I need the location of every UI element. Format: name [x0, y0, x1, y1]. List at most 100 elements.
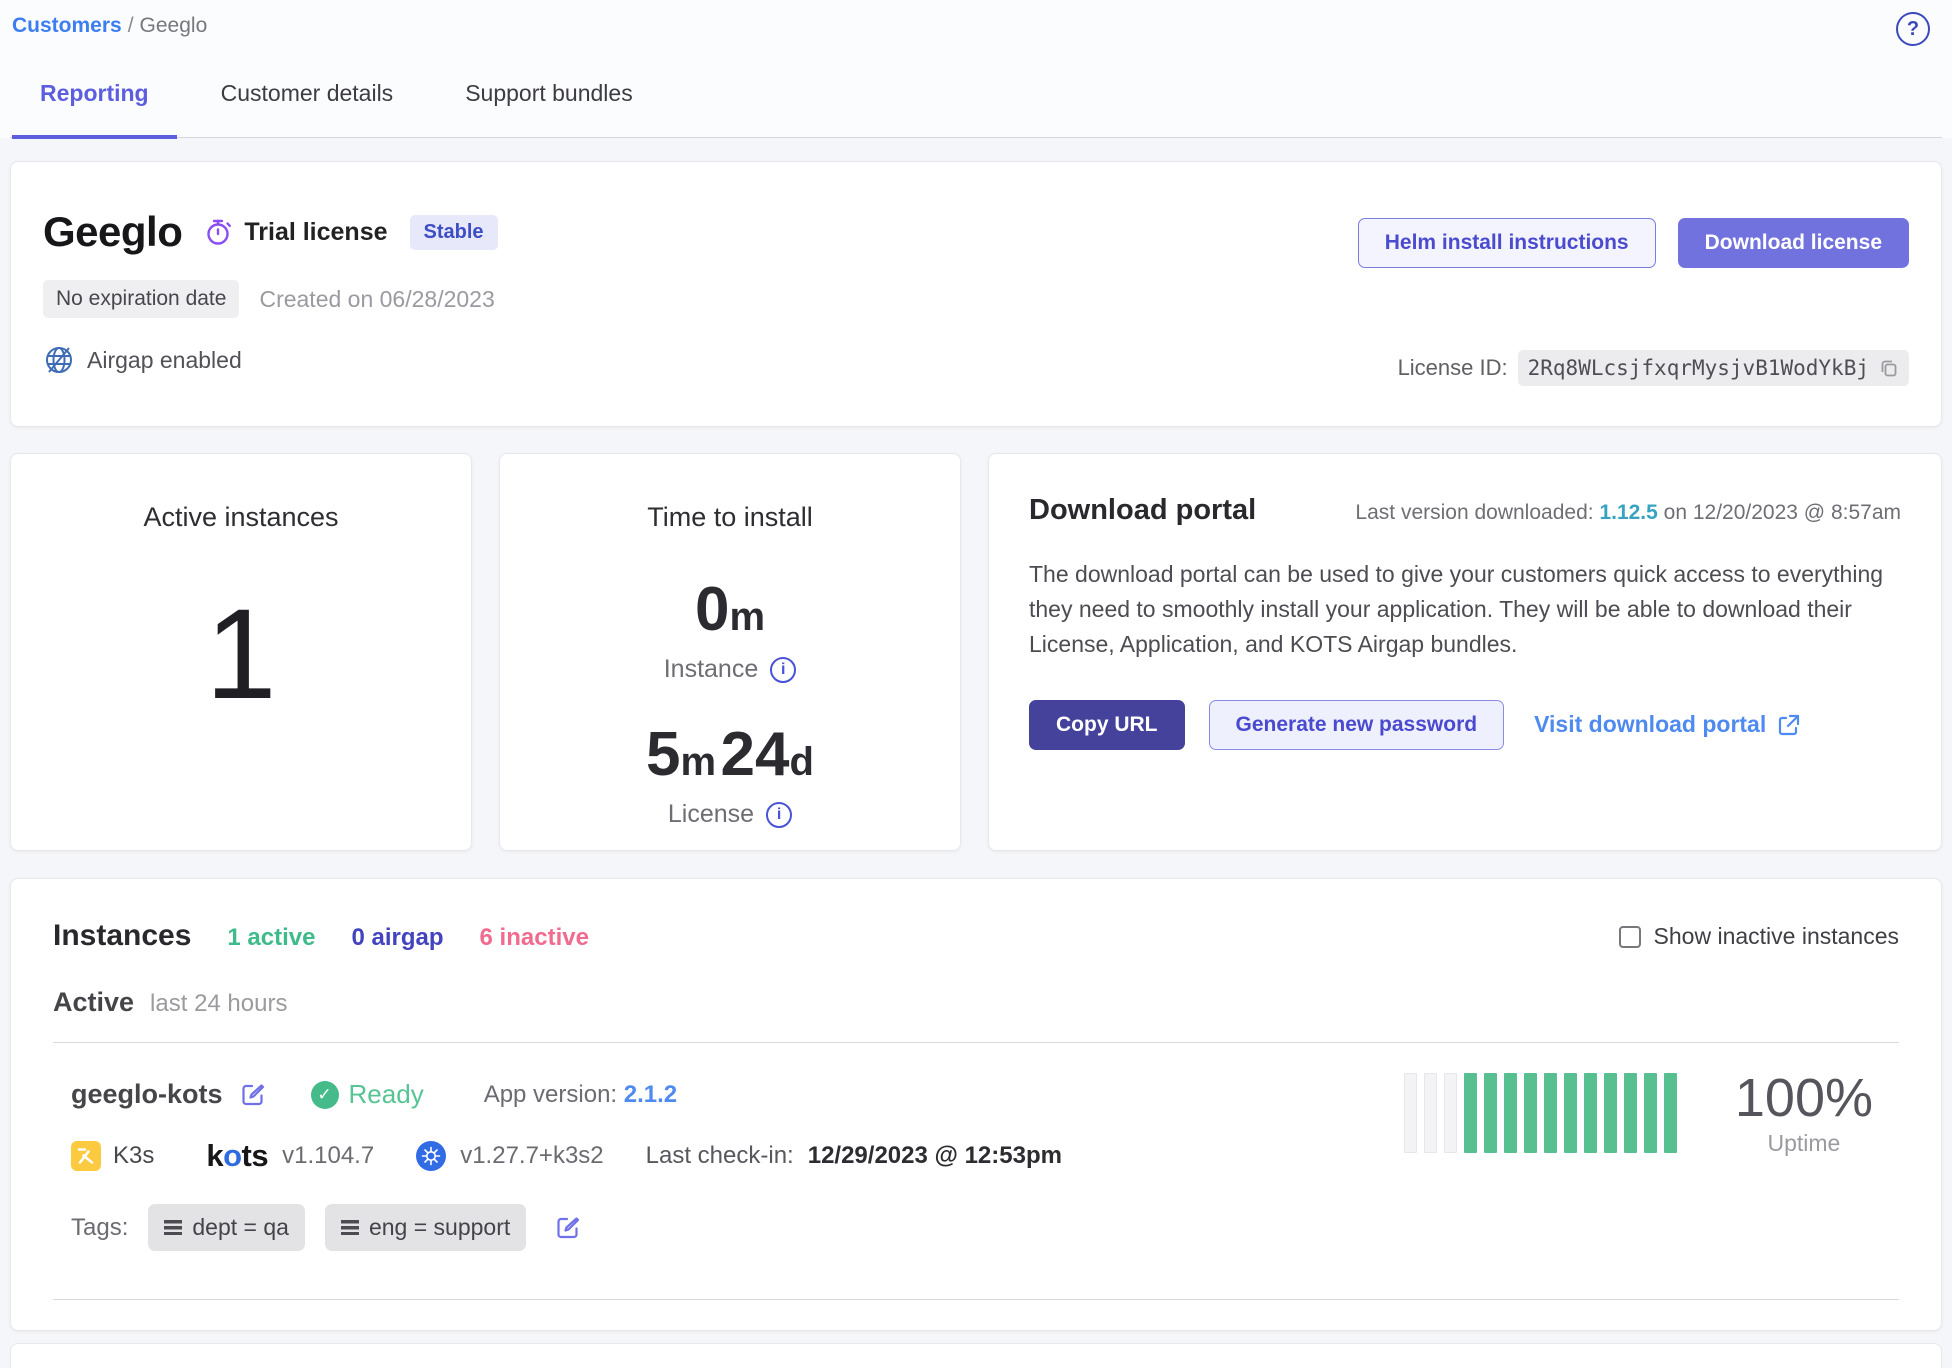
download-portal-card: Download portal Last version downloaded:…	[988, 453, 1942, 851]
license-time-label: License	[668, 800, 754, 829]
tab-bar: Reporting Customer details Support bundl…	[10, 76, 1942, 138]
uptime-value: 100%	[1735, 1069, 1873, 1128]
uptime-bar	[1544, 1073, 1557, 1153]
last-version-label: Last version downloaded:	[1355, 501, 1593, 524]
uptime-bar	[1664, 1073, 1677, 1153]
uptime-bar	[1644, 1073, 1657, 1153]
tag-label: dept = qa	[192, 1214, 289, 1241]
uptime-bar	[1604, 1073, 1617, 1153]
tab-support-bundles[interactable]: Support bundles	[437, 76, 661, 137]
copy-url-button[interactable]: Copy URL	[1029, 700, 1185, 750]
last-version-link[interactable]: 1.12.5	[1599, 501, 1657, 524]
instance-info-icon[interactable]: i	[770, 657, 796, 683]
k8s-version: v1.27.7+k3s2	[460, 1142, 603, 1170]
license-time-unit-2: d	[790, 740, 814, 784]
license-time-value-1: 5	[646, 720, 680, 789]
last-checkin-label: Last check-in:	[646, 1142, 794, 1170]
active-instances-title: Active instances	[143, 502, 338, 533]
copy-icon[interactable]	[1879, 358, 1899, 378]
airgap-label: Airgap enabled	[87, 347, 242, 374]
instance-row: geeglo-kots ✓ Ready App version: 2.1.2	[53, 1043, 1899, 1251]
visit-portal-label: Visit download portal	[1534, 711, 1766, 738]
active-group-subtitle: last 24 hours	[150, 990, 287, 1018]
uptime-bar	[1584, 1073, 1597, 1153]
k3s-icon	[71, 1141, 101, 1171]
uptime-bar	[1484, 1073, 1497, 1153]
last-checkin-value: 12/29/2023 @ 12:53pm	[808, 1142, 1062, 1170]
uptime-bar	[1564, 1073, 1577, 1153]
kots-ts: ts	[242, 1138, 269, 1173]
tag-pill: dept = qa	[148, 1204, 305, 1251]
created-date: Created on 06/28/2023	[259, 286, 494, 313]
breadcrumb-customers-link[interactable]: Customers	[12, 14, 122, 37]
instance-name: geeglo-kots	[71, 1079, 223, 1110]
license-time-unit-1: m	[681, 740, 717, 784]
tab-reporting[interactable]: Reporting	[12, 76, 177, 137]
page-header: Customers / Geeglo ? Reporting Customer de…	[0, 0, 1952, 138]
tag-label: eng = support	[369, 1214, 510, 1241]
instances-card: Instances 1 active 0 airgap 6 inactive S…	[10, 878, 1942, 1331]
divider	[53, 1299, 1899, 1300]
helm-install-button[interactable]: Helm install instructions	[1358, 218, 1656, 268]
license-type-label: Trial license	[244, 218, 387, 247]
inactive-count[interactable]: 6 inactive	[480, 924, 589, 952]
license-info-icon[interactable]: i	[766, 802, 792, 828]
external-link-icon	[1776, 712, 1802, 738]
app-version-label: App version:	[484, 1081, 617, 1108]
instances-title: Instances	[53, 919, 191, 953]
instance-time-value: 0	[695, 575, 729, 644]
download-portal-title: Download portal	[1029, 494, 1256, 527]
active-instances-card: Active instances 1	[10, 453, 472, 851]
show-inactive-checkbox[interactable]	[1619, 926, 1641, 948]
license-id-label: License ID:	[1398, 355, 1508, 381]
active-count[interactable]: 1 active	[227, 924, 315, 952]
tag-icon	[164, 1220, 182, 1235]
channel-badge: Stable	[410, 215, 498, 250]
license-type: Trial license	[204, 217, 387, 247]
breadcrumb-separator: /	[128, 14, 134, 37]
airgap-globe-icon	[43, 344, 75, 376]
license-id-code: 2Rq8WLcsjfxqrMysjvB1WodYkBj	[1528, 356, 1869, 380]
status-label: Ready	[349, 1079, 424, 1110]
uptime-bar	[1624, 1073, 1637, 1153]
show-inactive-toggle[interactable]: Show inactive instances	[1619, 923, 1899, 950]
license-id-value[interactable]: 2Rq8WLcsjfxqrMysjvB1WodYkBj	[1518, 350, 1909, 386]
breadcrumb: Customers / Geeglo	[10, 14, 1942, 38]
edit-tags-icon[interactable]	[554, 1214, 582, 1242]
expiration-badge: No expiration date	[43, 280, 239, 318]
status-badge: ✓ Ready	[311, 1079, 424, 1110]
app-version-link[interactable]: 2.1.2	[624, 1081, 677, 1108]
time-to-install-title: Time to install	[647, 502, 813, 533]
airgap-count[interactable]: 0 airgap	[351, 924, 443, 952]
last-version-downloaded: Last version downloaded: 1.12.5 on 12/20…	[1355, 501, 1901, 525]
license-summary-card: Geeglo Trial license Stable No expiratio…	[10, 161, 1942, 427]
kots-k: k	[206, 1138, 223, 1173]
tab-customer-details[interactable]: Customer details	[193, 76, 422, 137]
help-icon[interactable]: ?	[1896, 12, 1930, 46]
kubernetes-icon	[416, 1141, 446, 1171]
uptime-summary: 100% Uptime	[1404, 1069, 1873, 1157]
kots-logo: kots	[206, 1138, 268, 1174]
show-inactive-label: Show inactive instances	[1654, 923, 1899, 950]
time-to-install-card: Time to install 0m Instance i 5m 24d Lic…	[499, 453, 961, 851]
download-license-button[interactable]: Download license	[1678, 218, 1909, 268]
breadcrumb-current: Geeglo	[140, 14, 208, 37]
instance-time-label: Instance	[664, 655, 759, 684]
edit-name-icon[interactable]	[239, 1081, 267, 1109]
uptime-bar	[1464, 1073, 1477, 1153]
generate-password-button[interactable]: Generate new password	[1209, 700, 1505, 750]
last-version-suffix: on 12/20/2023 @ 8:57am	[1664, 501, 1901, 524]
download-portal-description: The download portal can be used to give …	[1029, 557, 1901, 662]
uptime-label: Uptime	[1735, 1130, 1873, 1157]
instance-time-unit: m	[729, 595, 765, 639]
active-instances-value: 1	[205, 591, 276, 719]
uptime-bar	[1404, 1073, 1417, 1153]
instance-install-time: 0m	[695, 579, 765, 641]
customer-name: Geeglo	[43, 208, 182, 256]
visit-download-portal-link[interactable]: Visit download portal	[1534, 711, 1802, 738]
tag-pill: eng = support	[325, 1204, 526, 1251]
uptime-bar	[1504, 1073, 1517, 1153]
license-install-time: 5m 24d	[646, 724, 814, 786]
license-time-value-2: 24	[721, 720, 790, 789]
kots-o: o	[223, 1138, 241, 1173]
